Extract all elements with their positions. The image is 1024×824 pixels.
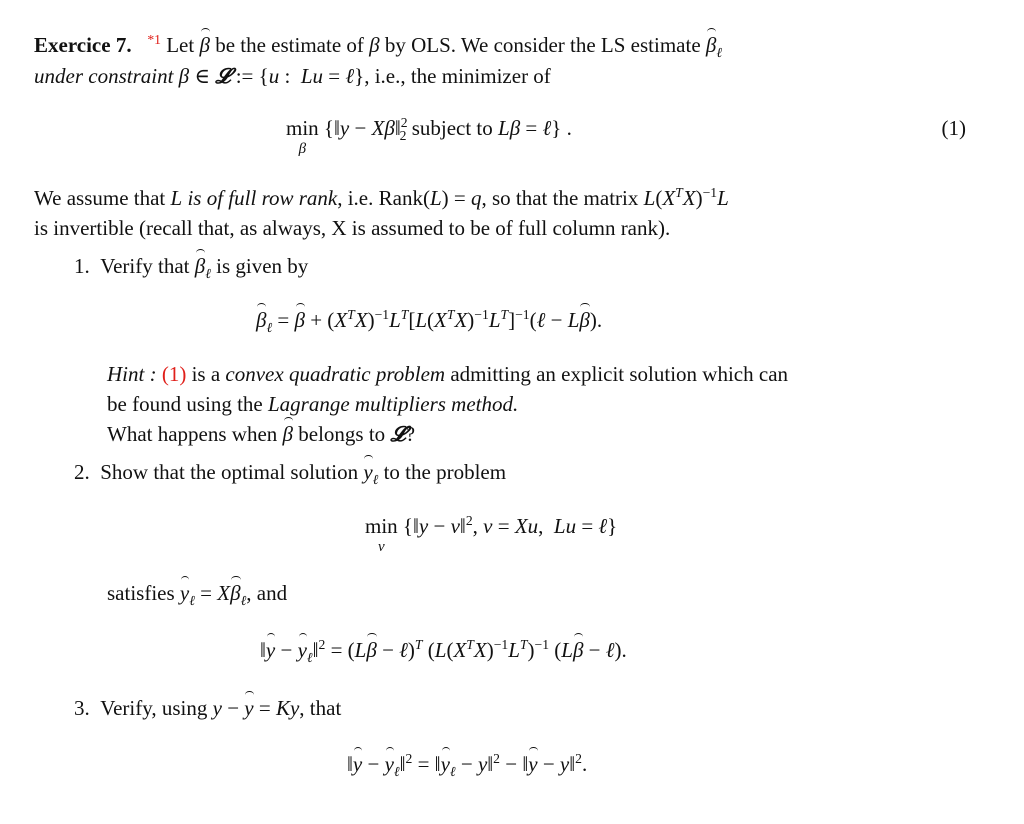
- footnote-mark[interactable]: *1: [147, 33, 161, 57]
- item-2: 2. Show that the optimal solution yℓ to …: [74, 455, 507, 488]
- assumption-line-2: is invertible (recall that, as always, X…: [34, 216, 671, 240]
- item-2-satisfies: satisfies yℓ = Xβℓ, and: [107, 576, 288, 609]
- item-3-number: 3.: [74, 696, 90, 720]
- equation-1-reference[interactable]: (1): [162, 362, 187, 386]
- item-2-equation: min v {‖y − v‖2, v = Xu, Lu = ℓ}: [365, 513, 618, 555]
- intro-line-2: under constraint β ∈ 𝓛 := {u : Lu = ℓ}, …: [34, 64, 551, 88]
- exercise-header: Exercice 7. *1 Let β be the estimate of …: [34, 28, 723, 61]
- item-1-number: 1.: [74, 254, 90, 278]
- item-1-equation: βℓ = β + (XTX)−1LT[L(XTX)−1LT]−1(ℓ − Lβ)…: [256, 303, 603, 336]
- hint-line-1: Hint : (1) is a convex quadratic problem…: [107, 362, 789, 386]
- item-1: 1. Verify that βℓ is given by: [74, 249, 309, 282]
- hint-line-3: What happens when β belongs to 𝓛?: [107, 417, 416, 446]
- equation-1: min β {‖y − Xβ‖22 subject to Lβ = ℓ} .: [286, 115, 572, 157]
- item-3-equation: ‖y − yℓ‖2 = ‖yℓ − y‖2 − ‖y − y‖2.: [347, 747, 588, 780]
- exercise-title: Exercice 7.: [34, 33, 132, 57]
- intro-line-1: Let β be the estimate of β by OLS. We co…: [166, 28, 723, 61]
- assumption-line-1: We assume that L is of full row rank, i.…: [34, 185, 729, 210]
- item-2-equation-2: ‖y − yℓ‖2 = (Lβ − ℓ)T (L(XTX)−1LT)−1 (Lβ…: [260, 633, 627, 666]
- hint-line-2: be found using the Lagrange multipliers …: [107, 392, 519, 416]
- item-2-number: 2.: [74, 460, 90, 484]
- item-3: 3. Verify, using y − y = Ky, that: [74, 691, 342, 720]
- equation-1-label: (1): [941, 116, 967, 140]
- hint-label: Hint :: [107, 362, 157, 386]
